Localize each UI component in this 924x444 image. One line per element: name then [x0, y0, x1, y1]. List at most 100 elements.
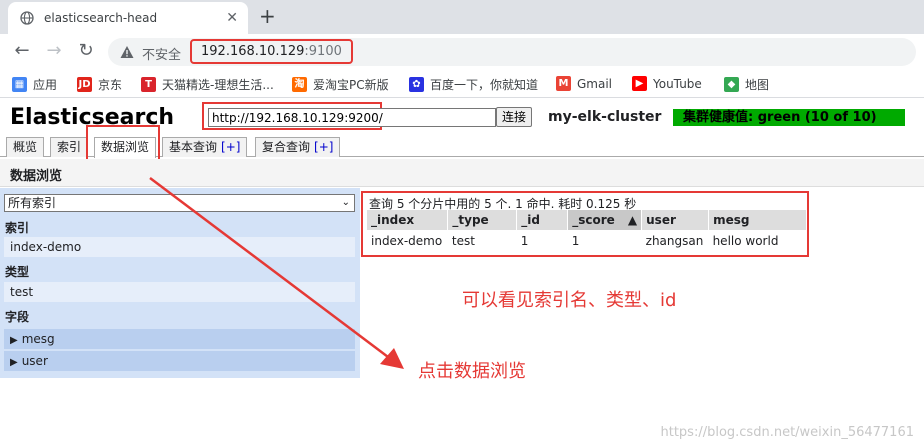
maps-icon: ◆	[724, 77, 739, 92]
column-header[interactable]: mesg	[708, 210, 807, 230]
field-item-mesg[interactable]: ▶ mesg	[4, 329, 355, 349]
bookmark-item[interactable]: ✿ 百度一下，你就知道	[409, 76, 538, 93]
back-icon[interactable]: ←	[12, 41, 32, 61]
tab-plus[interactable]: [+]	[221, 140, 240, 154]
column-header[interactable]: _index	[367, 210, 449, 230]
bookmark-item[interactable]: JD 京东	[77, 76, 122, 93]
table-cell: hello world	[712, 233, 779, 248]
column-header-label: _id	[521, 213, 540, 227]
warning-icon	[120, 46, 134, 58]
results-panel: 查询 5 个分片中用的 5 个. 1 命中. 耗时 0.125 秒 _index…	[361, 191, 809, 257]
table-cell: test	[451, 233, 475, 248]
address-bar[interactable]: 不安全 192.168.10.129:9100	[108, 38, 916, 66]
browser-toolbar: ← → ↻ 不安全 192.168.10.129:9100	[0, 34, 924, 70]
table-row[interactable]: index-demo test 1 1 zhangsan hello world	[367, 230, 807, 251]
tab-label: 复合查询	[262, 140, 311, 154]
bookmark-item[interactable]: ▶ YouTube	[632, 76, 702, 91]
tab-label: 概览	[13, 140, 38, 154]
field-label: 字段	[5, 310, 30, 324]
column-header-label: user	[646, 213, 676, 227]
browser-tab[interactable]: elasticsearch-head ✕	[8, 2, 248, 34]
tab-label: 索引	[57, 140, 82, 154]
bookmark-item[interactable]: M Gmail	[556, 76, 612, 91]
triangle-right-icon: ▶	[10, 357, 18, 368]
cluster-health-badge: 集群健康值: green (10 of 10)	[673, 109, 905, 126]
taobao-icon: 淘	[292, 77, 307, 92]
bookmark-label: 爱淘宝PC新版	[313, 78, 389, 92]
bookmark-item[interactable]: ◆ 地图	[724, 76, 769, 93]
bookmark-label: YouTube	[653, 76, 702, 91]
index-item[interactable]: index-demo	[4, 237, 355, 257]
bookmark-label: Gmail	[577, 76, 613, 91]
bookmark-label: 应用	[33, 78, 58, 92]
index-select-value: 所有索引	[8, 196, 57, 210]
cluster-url-highlight	[202, 102, 496, 130]
section-bar: 数据浏览	[0, 159, 924, 187]
connect-button[interactable]: 连接	[496, 107, 533, 127]
column-header[interactable]: _score ▲	[567, 210, 643, 230]
column-header[interactable]: user	[641, 210, 710, 230]
sort-asc-icon: ▲	[627, 213, 638, 227]
tab-label: 基本查询	[169, 140, 218, 154]
field-name: user	[21, 354, 48, 368]
cluster-name: my-elk-cluster	[548, 109, 662, 125]
insecure-label: 不安全	[142, 48, 182, 63]
bookmark-label: 天猫精选-理想生活...	[162, 78, 274, 92]
globe-icon	[20, 11, 34, 25]
bookmark-item[interactable]: T 天猫精选-理想生活...	[141, 76, 274, 93]
annotation-note-fields: 可以看见索引名、类型、id	[462, 290, 677, 311]
es-head-app: Elasticsearch 连接 my-elk-cluster 集群健康值: g…	[0, 99, 924, 444]
section-title: 数据浏览	[10, 169, 63, 184]
tab-plus[interactable]: [+]	[314, 140, 333, 154]
youtube-icon: ▶	[632, 76, 647, 91]
bookmark-label: 京东	[98, 78, 123, 92]
tab-indices[interactable]: 索引	[50, 137, 89, 157]
annotation-note-click: 点击数据浏览	[418, 361, 526, 382]
index-label: 索引	[5, 221, 30, 235]
cluster-url-input[interactable]	[208, 108, 496, 127]
table-header-row: _index _type _id _score ▲ user mesg	[367, 210, 807, 230]
results-table: _index _type _id _score ▲ user mesg inde…	[367, 210, 807, 251]
bookmark-label: 地图	[745, 78, 770, 92]
bookmarks-bar: ▦ 应用 JD 京东 T 天猫精选-理想生活... 淘爱淘宝PC新版 ✿ 百度一下，你就知道 M G…	[0, 70, 924, 98]
reload-icon[interactable]: ↻	[76, 41, 96, 61]
tab-overview[interactable]: 概览	[6, 137, 45, 157]
bookmark-item[interactable]: ▦ 应用	[12, 76, 57, 93]
browser-sidebar: 所有索引 ⌄ 索引 index-demo 类型 test 字段 ▶ mesg ▶ u…	[0, 188, 360, 378]
table-cell: zhangsan	[645, 233, 704, 248]
url-port: :9100	[304, 44, 342, 59]
new-tab-icon[interactable]: +	[259, 4, 276, 28]
tmall-icon: T	[141, 77, 156, 92]
triangle-right-icon: ▶	[10, 335, 18, 346]
browser-tab-title: elasticsearch-head	[44, 11, 158, 25]
baidu-icon: ✿	[409, 77, 424, 92]
field-item-user[interactable]: ▶ user	[4, 351, 355, 371]
column-header[interactable]: _type	[447, 210, 518, 230]
bookmark-item[interactable]: 淘爱淘宝PC新版	[292, 76, 389, 93]
index-select[interactable]: 所有索引 ⌄	[4, 194, 355, 212]
url-text[interactable]: 192.168.10.129:9100	[190, 39, 353, 64]
table-cell: 1	[571, 233, 580, 248]
tab-compound-query[interactable]: 复合查询 [+]	[255, 137, 341, 157]
gmail-icon: M	[556, 76, 571, 91]
column-header-label: _score	[572, 213, 615, 227]
watermark: https://blog.csdn.net/weixin_56477161	[660, 425, 914, 440]
chevron-down-icon: ⌄	[341, 197, 350, 208]
url-host: 192.168.10.129	[201, 44, 305, 59]
type-item[interactable]: test	[4, 282, 355, 302]
bookmark-label: 百度一下，你就知道	[430, 78, 539, 92]
table-cell: 1	[520, 233, 529, 248]
column-header-label: mesg	[713, 213, 750, 227]
table-cell: index-demo	[371, 233, 443, 248]
jd-icon: JD	[77, 77, 92, 92]
close-tab-icon[interactable]: ✕	[226, 10, 238, 26]
forward-icon[interactable]: →	[44, 41, 64, 61]
column-header-label: _index	[371, 213, 415, 227]
tab-basic-query[interactable]: 基本查询 [+]	[162, 137, 248, 157]
column-header-label: _type	[452, 213, 489, 227]
type-label: 类型	[5, 265, 30, 279]
field-name: mesg	[21, 332, 55, 346]
browser-tabstrip: elasticsearch-head ✕ +	[0, 0, 924, 34]
apps-icon: ▦	[12, 77, 27, 92]
column-header[interactable]: _id	[516, 210, 569, 230]
